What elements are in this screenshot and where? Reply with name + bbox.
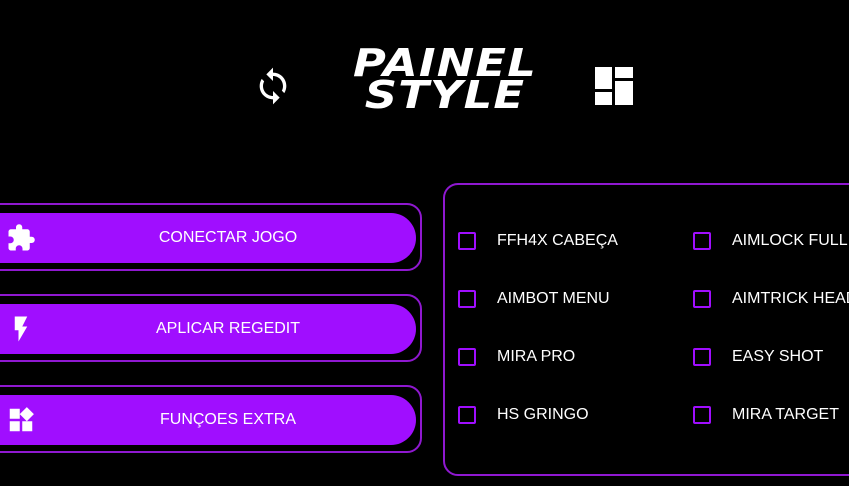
aimlock-full-checkbox[interactable] [693, 232, 711, 250]
option-aimtrick-head[interactable]: AIMTRICK HEAD [693, 290, 849, 308]
option-aimbot-menu[interactable]: AIMBOT MENU [458, 290, 610, 308]
easy-shot-checkbox[interactable] [693, 348, 711, 366]
apply-regedit-frame: APLICAR REGEDIT [0, 294, 422, 362]
widgets-icon [9, 407, 34, 432]
option-label: FFH4X CABEÇA [497, 232, 618, 249]
app-screen: PAINEL STYLE CONECTAR JOGO APLICAR REGED… [0, 0, 849, 486]
ffh4x-cabeca-checkbox[interactable] [458, 232, 476, 250]
option-label: MIRA PRO [497, 348, 576, 365]
option-label: AIMLOCK FULL [732, 232, 848, 249]
hs-gringo-checkbox[interactable] [458, 406, 476, 424]
aimbot-menu-checkbox[interactable] [458, 290, 476, 308]
option-mira-pro[interactable]: MIRA PRO [458, 348, 575, 366]
extra-functions-frame: FUNÇOES EXTRA [0, 385, 422, 453]
puzzle-icon [8, 224, 35, 251]
option-label: MIRA TARGET [732, 406, 839, 423]
mira-target-checkbox[interactable] [693, 406, 711, 424]
option-hs-gringo[interactable]: HS GRINGO [458, 406, 589, 424]
connect-game-button[interactable]: CONECTAR JOGO [0, 213, 416, 263]
option-label: AIMTRICK HEAD [732, 290, 849, 307]
connect-game-label: CONECTAR JOGO [158, 229, 298, 246]
option-ffh4x-cabeca[interactable]: FFH4X CABEÇA [458, 232, 618, 250]
app-logo: PAINEL STYLE [342, 44, 548, 114]
apply-regedit-button[interactable]: APLICAR REGEDIT [0, 304, 416, 354]
aimtrick-head-checkbox[interactable] [693, 290, 711, 308]
extra-functions-label: FUNÇOES EXTRA [159, 411, 296, 428]
option-label: AIMBOT MENU [497, 290, 610, 307]
connect-game-frame: CONECTAR JOGO [0, 203, 422, 271]
options-panel: FFH4X CABEÇA AIMLOCK FULL AIMBOT MENU AI… [443, 183, 849, 476]
apply-regedit-label: APLICAR REGEDIT [155, 320, 301, 337]
grid-icon[interactable] [594, 66, 634, 106]
option-mira-target[interactable]: MIRA TARGET [693, 406, 839, 424]
extra-functions-button[interactable]: FUNÇOES EXTRA [0, 395, 416, 445]
option-label: EASY SHOT [732, 348, 824, 365]
option-label: HS GRINGO [497, 406, 589, 423]
lightning-icon [14, 316, 28, 342]
refresh-icon[interactable] [253, 63, 293, 109]
mira-pro-checkbox[interactable] [458, 348, 476, 366]
option-easy-shot[interactable]: EASY SHOT [693, 348, 823, 366]
option-aimlock-full[interactable]: AIMLOCK FULL [693, 232, 848, 250]
logo-line-2: STYLE [364, 73, 526, 117]
